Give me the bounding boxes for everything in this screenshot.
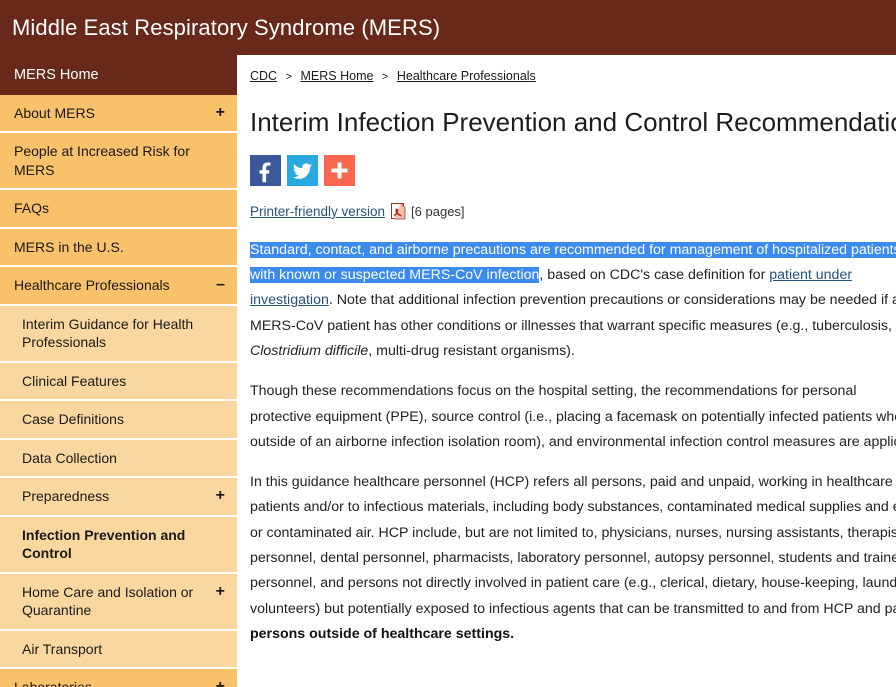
sidebar-item-mers-home[interactable]: MERS Home (0, 55, 237, 95)
sidebar-item-label: FAQs (14, 200, 50, 217)
patient-under-investigation-link-part-2[interactable]: investigation (250, 292, 329, 308)
addthis-share-button[interactable] (324, 154, 355, 186)
sidebar-item-label: Clinical Features (22, 372, 127, 389)
sidebar-item-laboratories[interactable]: Laboratories + (0, 668, 237, 687)
sidebar-item-label: Home Care and Isolation or Quarantine (22, 583, 194, 619)
p1-line-5-rest: , multi-drug resistant organisms). (368, 343, 575, 360)
main-content: CDC > MERS Home > Healthcare Professiona… (237, 55, 896, 662)
selected-text-1: Standard, contact, and airborne precauti… (250, 241, 896, 258)
site-banner: Middle East Respiratory Syndrome (MERS) (0, 0, 896, 55)
sidebar-item-label: About MERS (14, 105, 95, 121)
sidebar-item-label: Data Collection (22, 449, 117, 466)
expand-icon[interactable]: + (216, 487, 225, 504)
p3-line-4: personnel, dental personnel, pharmacists… (250, 550, 896, 566)
breadcrumb-item-cdc[interactable]: CDC (250, 69, 277, 83)
p3-line-2: patients and/or to infectious materials,… (250, 499, 896, 516)
p3-line-3: or contaminated air. HCP include, but ar… (250, 524, 896, 541)
printer-friendly-row: Printer-friendly version [6 pages] (250, 202, 896, 220)
sidebar-item-label: Interim Guidance for Health Professional… (22, 315, 194, 351)
pdf-icon (391, 202, 406, 220)
paragraph-2: Though these recommendations focus on th… (250, 379, 896, 455)
breadcrumb-item-mers-home[interactable]: MERS Home (301, 69, 374, 83)
clostridium-difficile-italic: Clostridium difficile (250, 343, 369, 360)
sidebar-item-interim-guidance-for-health-professionals[interactable]: Interim Guidance for Health Professional… (0, 305, 237, 363)
p1-line-2: with known or suspected MERS-CoV infecti… (250, 263, 896, 288)
sidebar-item-people-at-increased-risk-for-mers[interactable]: People at Increased Risk for MERS (0, 133, 237, 191)
sidebar-item-clinical-features[interactable]: Clinical Features (0, 362, 237, 402)
pdf-page-count: [6 pages] (411, 203, 465, 219)
patient-under-investigation-link-part-1[interactable]: patient under (769, 267, 852, 283)
sidebar-item-faqs[interactable]: FAQs (0, 190, 237, 229)
page-title: Interim Infection Prevention and Control… (250, 104, 896, 141)
sidebar-item-label: Infection Prevention and Control (22, 526, 186, 562)
printer-friendly-link[interactable]: Printer-friendly version (250, 204, 385, 219)
p2-line-2: protective equipment (PPE), source contr… (250, 408, 896, 425)
sidebar-item-home-care-and-isolation-or-quarantine[interactable]: Home Care and Isolation or Quarantine + (0, 573, 237, 631)
paragraph-3: In this guidance healthcare personnel (H… (250, 470, 896, 647)
sidebar-item-label: Healthcare Professionals (14, 277, 170, 294)
p1-line-4: MERS-CoV patient has other conditions or… (250, 317, 892, 334)
sidebar-item-about-mers[interactable]: About MERS + (0, 95, 237, 134)
expand-icon[interactable]: + (216, 678, 225, 687)
page-title-line-1: Interim Infection Prevention and Control… (250, 107, 896, 137)
paragraph-1: Standard, contact, and airborne precauti… (250, 238, 896, 364)
sidebar-item-mers-in-the-u-s[interactable]: MERS in the U.S. (0, 228, 237, 268)
twitter-icon (292, 163, 312, 179)
sidebar-item-label: Case Definitions (22, 411, 124, 428)
social-share-row (250, 154, 896, 186)
sidebar-item-list: About MERS + People at Increased Risk for … (0, 95, 237, 687)
selected-text-2: with known or suspected MERS-CoV infecti… (250, 267, 540, 284)
breadcrumb-separator: > (285, 71, 293, 83)
breadcrumb: CDC > MERS Home > Healthcare Professiona… (250, 69, 896, 83)
site-title: Middle East Respiratory Syndrome (MERS) (12, 14, 441, 40)
p3-line-1: In this guidance healthcare personnel (H… (250, 474, 896, 491)
sidebar-navigation: MERS Home About MERS + People at Increased… (0, 55, 237, 687)
facebook-share-button[interactable] (250, 154, 281, 186)
breadcrumb-separator: > (381, 71, 389, 83)
plus-icon (331, 162, 348, 179)
sidebar-item-case-definitions[interactable]: Case Definitions (0, 401, 237, 440)
sidebar-home-label: MERS Home (14, 67, 99, 83)
sidebar-item-healthcare-professionals[interactable]: Healthcare Professionals – (0, 267, 237, 306)
facebook-icon (259, 162, 271, 183)
sidebar-item-label: MERS in the U.S. (14, 238, 124, 255)
collapse-icon[interactable]: – (216, 276, 225, 293)
sidebar-item-label: People at Increased Risk for MERS (14, 143, 190, 178)
p2-line-3: outside of an airborne infection isolati… (250, 433, 896, 450)
sidebar-item-air-transport[interactable]: Air Transport (0, 630, 237, 669)
p1-line-3-rest: . Note that additional infection prevent… (328, 292, 896, 309)
expand-icon[interactable]: + (216, 104, 225, 121)
p1-line-1: Standard, contact, and airborne precauti… (250, 238, 896, 263)
p1-line-3: investigation. Note that additional infe… (250, 288, 896, 313)
p3-line-6: volunteers) but potentially exposed to i… (250, 600, 896, 617)
sidebar-item-label: Laboratories (14, 678, 92, 687)
sidebar-item-label: Preparedness (22, 488, 110, 505)
twitter-share-button[interactable] (287, 154, 318, 186)
p3-line-7: persons outside of healthcare settings. (250, 625, 515, 642)
sidebar-item-data-collection[interactable]: Data Collection (0, 439, 237, 479)
p1-after-selection: , based on CDC's case definition for (539, 267, 770, 284)
p2-line-1: Though these recommendations focus on th… (250, 383, 857, 400)
sidebar-item-label: Air Transport (22, 640, 103, 657)
expand-icon[interactable]: + (216, 583, 225, 600)
p1-line-5: Clostridium difficile, multi-drug resist… (250, 339, 896, 364)
p3-line-5: personnel, and persons not directly invo… (250, 575, 896, 592)
breadcrumb-item-healthcare-professionals[interactable]: Healthcare Professionals (397, 69, 536, 83)
sidebar-item-infection-prevention-and-control[interactable]: Infection Prevention and Control (0, 516, 237, 574)
page-body: MERS Home About MERS + People at Increased… (0, 55, 896, 687)
sidebar-item-preparedness[interactable]: Preparedness + (0, 478, 237, 517)
